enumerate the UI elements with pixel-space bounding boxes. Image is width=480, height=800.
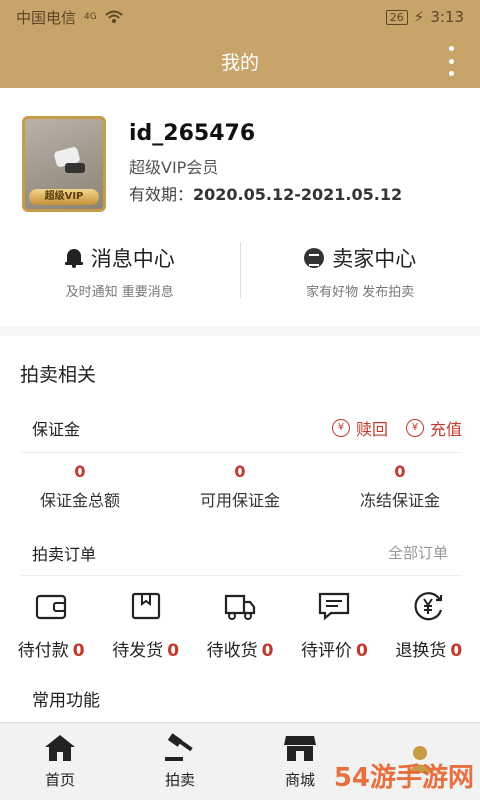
message-center-subtitle: 及时通知 重要消息: [65, 284, 174, 300]
order-count: 0: [72, 641, 85, 661]
redeem-label: 赎回: [355, 419, 388, 439]
order-count: 0: [261, 641, 274, 661]
order-pending-shipment[interactable]: 待发货 0: [98, 590, 192, 670]
truck-icon: [224, 594, 256, 620]
order-label: 待评价: [301, 641, 352, 661]
yuan-redeem-icon: ¥: [331, 418, 350, 437]
wallet-icon: [36, 594, 67, 620]
order-label: 待发货: [112, 641, 164, 661]
seller-center-title: 卖家中心: [332, 246, 417, 271]
tab-home[interactable]: 首页: [0, 723, 120, 800]
stat-label: 冻结保证金: [359, 491, 440, 510]
tab-label: 首页: [44, 771, 75, 789]
stat-label: 保证金总额: [39, 491, 120, 510]
order-pending-review[interactable]: 待评价 0: [287, 590, 381, 670]
avatar-photo-shadow: [65, 163, 85, 173]
carrier-group: 中国电信 4G: [16, 7, 386, 28]
stat-value: 0: [234, 462, 246, 481]
order-returns[interactable]: 退换货 0: [382, 590, 476, 670]
order-pending-receipt[interactable]: 待收货 0: [193, 590, 287, 670]
deposit-label: 保证金: [32, 419, 81, 439]
gavel-icon: [165, 733, 193, 761]
vip-level: 超级VIP会员: [129, 158, 219, 177]
message-center-link[interactable]: 消息中心 及时通知 重要消息: [0, 238, 240, 304]
recharge-label: 充值: [429, 419, 462, 439]
tab-label: 拍卖: [164, 771, 195, 789]
status-bar: 中国电信 4G 26 ⚡ 3:13: [0, 0, 480, 34]
wifi-icon: [105, 10, 123, 23]
network-type: 4G: [84, 11, 97, 22]
auction-section: 拍卖相关 保证金 ¥ 赎回 ¥ 充值 0 保证金总额 0 可用保证金 0 冻结保…: [0, 336, 480, 726]
auction-orders-row: 拍卖订单 全部订单: [20, 530, 462, 576]
stat-available-deposit[interactable]: 0 可用保证金: [160, 462, 320, 518]
order-status-list: 待付款 0 待发货 0 待收货 0 待评价 0 退换货 0: [0, 590, 480, 670]
order-label: 待付款: [17, 641, 69, 661]
title-bar: 我的: [0, 34, 480, 88]
stat-total-deposit[interactable]: 0 保证金总额: [0, 462, 160, 518]
page-title: 我的: [220, 51, 259, 74]
stat-value: 0: [74, 462, 86, 481]
all-orders-link[interactable]: 全部订单: [388, 542, 462, 563]
deposit-stats: 0 保证金总额 0 可用保证金 0 冻结保证金: [0, 462, 480, 518]
shop-icon: [284, 736, 316, 761]
stat-value: 0: [394, 462, 406, 481]
seller-center-link[interactable]: 卖家中心 家有好物 发布拍卖: [241, 238, 480, 304]
vip-validity: 有效期：2020.05.12-2021.05.12: [129, 181, 402, 205]
auction-orders-label: 拍卖订单: [32, 544, 97, 564]
stat-frozen-deposit[interactable]: 0 冻结保证金: [320, 462, 480, 518]
order-count: 0: [356, 641, 368, 661]
validity-label: 有效期：: [129, 185, 194, 204]
order-label: 退换货: [395, 641, 447, 661]
bell-icon: [64, 248, 83, 268]
comment-icon: [319, 592, 350, 621]
carrier-name: 中国电信: [16, 8, 77, 27]
order-count: 0: [450, 641, 463, 661]
more-menu-icon[interactable]: [444, 46, 458, 76]
recharge-button[interactable]: ¥ 充值: [405, 416, 462, 440]
coin-icon: [304, 247, 325, 268]
home-icon: [45, 735, 75, 761]
redeem-button[interactable]: ¥ 赎回: [331, 416, 388, 440]
deposit-row: 保证金 ¥ 赎回 ¥ 充值: [20, 403, 462, 453]
common-functions-title: 常用功能: [32, 691, 100, 711]
order-pending-payment[interactable]: 待付款 0: [4, 590, 98, 670]
message-center-title: 消息中心: [90, 246, 175, 271]
status-right: 26 ⚡ 3:13: [385, 8, 464, 26]
box-icon: [131, 592, 160, 620]
avatar[interactable]: 超级VIP: [22, 116, 106, 212]
stat-label: 可用保证金: [199, 491, 280, 510]
charging-icon: ⚡: [413, 8, 425, 26]
validity-range: 2020.05.12-2021.05.12: [193, 185, 403, 204]
yuan-recharge-icon: ¥: [405, 418, 424, 437]
clock: 3:13: [430, 8, 464, 26]
center-links: 消息中心 及时通知 重要消息 卖家中心 家有好物 发布拍卖: [0, 238, 480, 304]
order-label: 待收货: [206, 641, 258, 661]
refund-icon: [414, 592, 442, 621]
tab-auction[interactable]: 拍卖: [120, 723, 240, 800]
order-count: 0: [167, 641, 180, 661]
tab-label: 商城: [284, 771, 315, 789]
vip-badge: 超级VIP: [29, 189, 99, 205]
site-watermark: 54游手游网: [333, 763, 474, 793]
profile-card: 超级VIP id_265476 超级VIP会员 有效期：2020.05.12-2…: [0, 88, 480, 326]
user-id: id_265476: [129, 121, 256, 146]
seller-center-subtitle: 家有好物 发布拍卖: [306, 284, 415, 300]
battery-icon: 26: [385, 9, 408, 25]
section-title: 拍卖相关: [20, 364, 97, 386]
